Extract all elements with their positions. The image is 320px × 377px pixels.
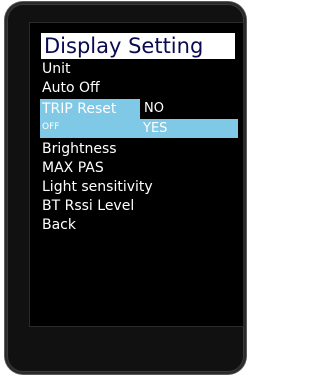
device-bezel: Display Setting Unit Auto Off TRIP Reset… (5, 2, 246, 374)
menu-item-back[interactable]: Back (42, 217, 76, 234)
menu-item-unit[interactable]: Unit (42, 61, 71, 78)
menu-item-light-sensitivity[interactable]: Light sensitivity (42, 179, 153, 196)
menu-item-brightness[interactable]: Brightness (42, 141, 117, 158)
page-title: Display Setting (41, 33, 235, 59)
menu-item-trip-reset-value: OFF (42, 122, 60, 132)
display-screen: Display Setting Unit Auto Off TRIP Reset… (29, 22, 244, 327)
menu-item-bt-rssi-level[interactable]: BT Rssi Level (42, 198, 134, 215)
menu-item-auto-off[interactable]: Auto Off (42, 80, 100, 97)
menu-item-trip-reset[interactable]: TRIP Reset OFF (40, 99, 140, 138)
popup-option-no[interactable]: NO (144, 101, 164, 117)
popup-option-yes[interactable]: YES (140, 119, 238, 138)
menu-item-trip-reset-label: TRIP Reset (42, 101, 117, 117)
menu-item-max-pas[interactable]: MAX PAS (42, 160, 104, 177)
